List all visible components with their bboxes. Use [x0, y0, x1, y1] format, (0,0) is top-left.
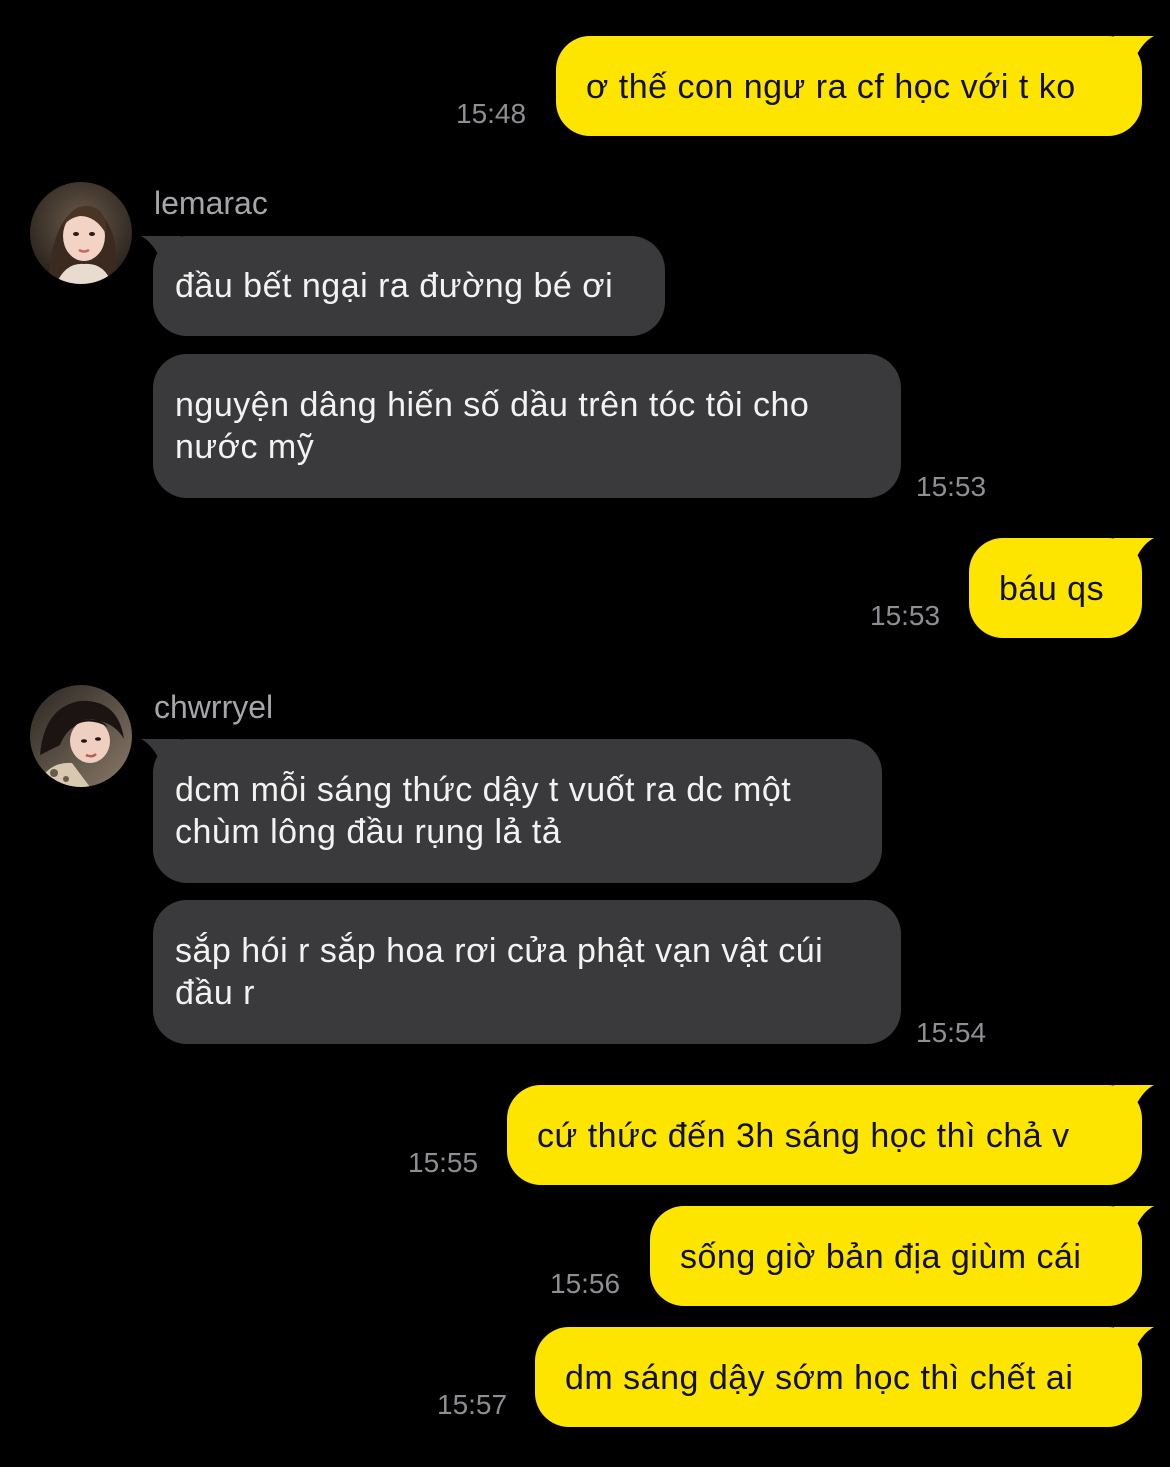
avatar[interactable]: [30, 685, 132, 787]
message-timestamp: 15:57: [437, 1389, 508, 1420]
incoming-message-bubble[interactable]: sắp hói r sắp hoa rơi cửa phật vạn vật c…: [153, 900, 901, 1044]
message-timestamp: 15:54: [916, 1017, 987, 1048]
bubble-tail-icon: [1114, 538, 1154, 578]
message-text: nguyện dâng hiến số dầu trên tóc tôi cho…: [175, 386, 810, 466]
message-timestamp: 15:48: [456, 98, 527, 129]
user-avatar-icon: [30, 685, 132, 787]
message-timestamp: 15:56: [550, 1268, 621, 1299]
bubble-tail-icon: [1114, 36, 1154, 76]
bubble-tail-icon: [1114, 1327, 1154, 1367]
outgoing-message-bubble[interactable]: báu qs: [969, 538, 1154, 638]
message-text: báu qs: [999, 570, 1105, 608]
sender-name: chwrryel: [154, 689, 274, 725]
incoming-message-bubble[interactable]: dcm mỗi sáng thức dậy t vuốt ra dc một c…: [141, 739, 882, 883]
message-text: dcm mỗi sáng thức dậy t vuốt ra dc một c…: [175, 771, 792, 851]
incoming-message-bubble[interactable]: nguyện dâng hiến số dầu trên tóc tôi cho…: [153, 354, 901, 498]
outgoing-message-bubble[interactable]: dm sáng dậy sớm học thì chết ai: [535, 1327, 1154, 1427]
message-timestamp: 15:53: [870, 600, 941, 631]
user-avatar-icon: [30, 182, 132, 284]
outgoing-message-bubble[interactable]: sống giờ bản địa giùm cái: [650, 1206, 1154, 1306]
message-timestamp: 15:55: [408, 1147, 479, 1178]
outgoing-message-bubble[interactable]: ơ thế con ngư ra cf học với t ko: [556, 36, 1154, 136]
message-timestamp: 15:53: [916, 471, 987, 502]
bubble-tail-icon: [1114, 1085, 1154, 1125]
avatar[interactable]: [30, 182, 132, 284]
incoming-message-bubble[interactable]: đầu bết ngại ra đường bé ơi: [141, 236, 665, 336]
message-text: đầu bết ngại ra đường bé ơi: [175, 267, 614, 305]
message-text: ơ thế con ngư ra cf học với t ko: [586, 68, 1076, 106]
bubble-tail-icon: [1114, 1206, 1154, 1246]
message-text: cứ thức đến 3h sáng học thì chả v: [537, 1117, 1070, 1155]
sender-name: lemarac: [154, 185, 268, 221]
outgoing-message-bubble[interactable]: cứ thức đến 3h sáng học thì chả v: [507, 1085, 1154, 1185]
message-text: sắp hói r sắp hoa rơi cửa phật vạn vật c…: [175, 932, 824, 1012]
message-text: dm sáng dậy sớm học thì chết ai: [565, 1359, 1074, 1397]
message-text: sống giờ bản địa giùm cái: [680, 1238, 1082, 1276]
